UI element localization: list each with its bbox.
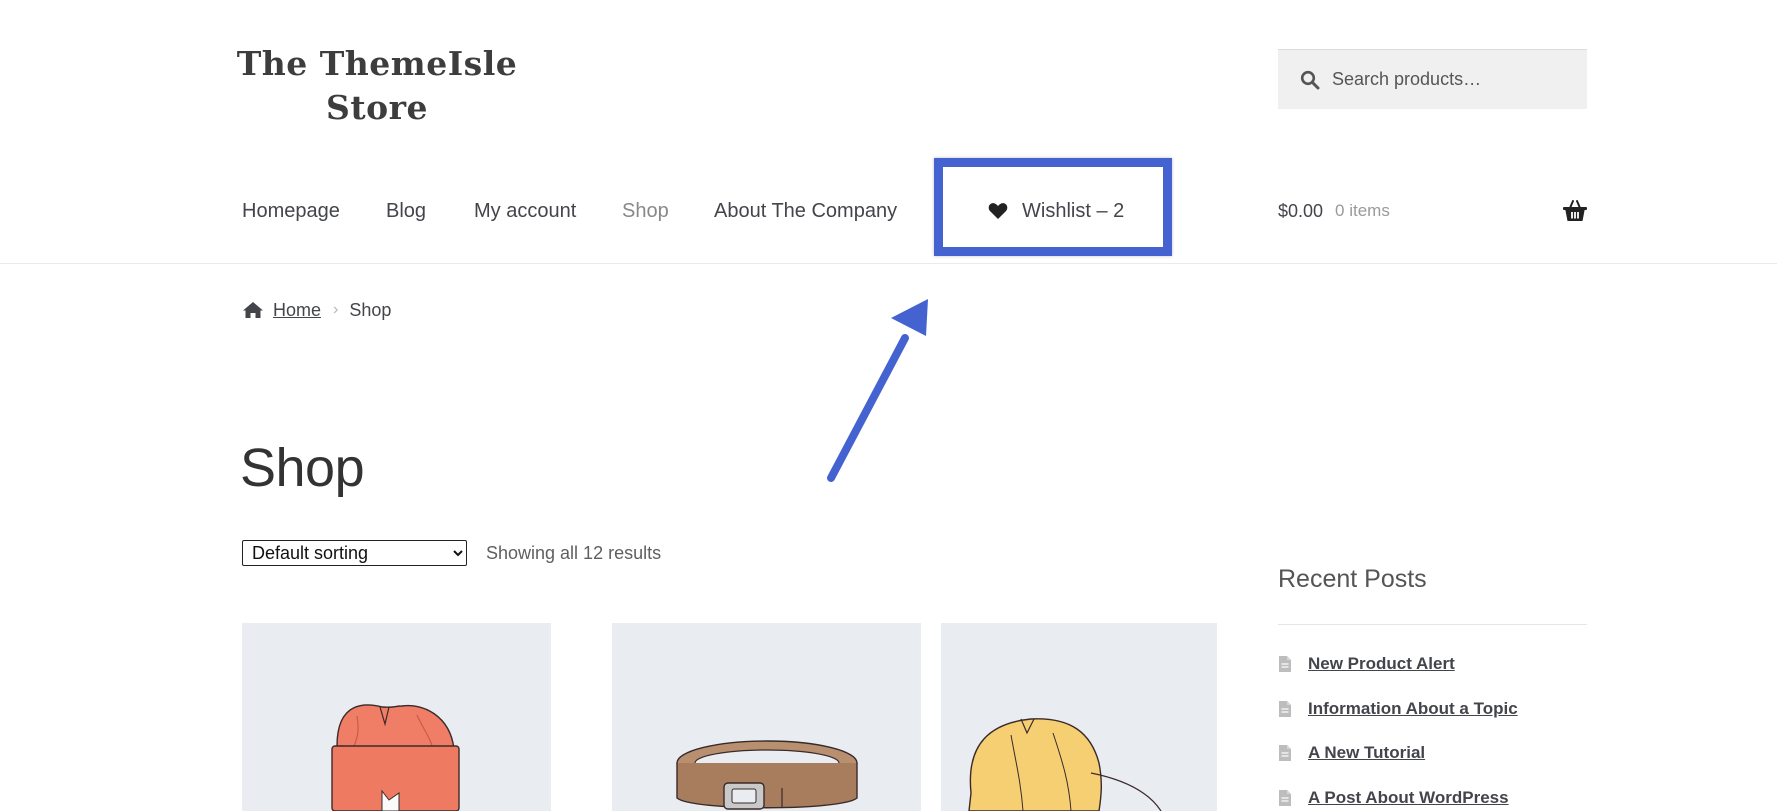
home-icon (243, 302, 263, 318)
cart-amount: $0.00 (1278, 200, 1324, 221)
nav-item-shop[interactable]: Shop (622, 196, 669, 226)
cart-count: 0 items (1335, 201, 1390, 220)
site-title-line-2: Store (326, 88, 428, 127)
nav-item-blog[interactable]: Blog (386, 196, 426, 226)
basket-icon[interactable] (1562, 199, 1588, 223)
search-input[interactable] (1332, 69, 1572, 90)
product-card[interactable] (941, 623, 1217, 811)
search-icon (1300, 70, 1320, 89)
breadcrumb-current: Shop (349, 299, 392, 320)
recent-posts-divider (1278, 624, 1587, 625)
cart-summary[interactable]: $0.00 0 items (1278, 196, 1390, 226)
product-card[interactable] (242, 623, 551, 811)
breadcrumb: Home › Shop (242, 297, 391, 323)
page-title: Shop (240, 438, 365, 498)
nav-item-homepage[interactable]: Homepage (242, 196, 340, 226)
belt-image (676, 740, 858, 810)
breadcrumb-separator-icon: › (333, 301, 339, 318)
header-divider (0, 263, 1777, 264)
cap-image (968, 718, 1162, 811)
beanie-image (331, 704, 460, 811)
document-icon (1279, 745, 1291, 761)
recent-posts-title: Recent Posts (1278, 565, 1427, 593)
nav-item-about-the-company[interactable]: About The Company (714, 196, 897, 226)
list-item: New Product Alert (1278, 652, 1518, 697)
site-title-line-1: The ThemeIsle (236, 44, 518, 83)
document-icon (1279, 700, 1291, 717)
sorting-select[interactable]: Default sorting (242, 540, 467, 566)
recent-post-link[interactable]: New Product Alert (1308, 652, 1455, 676)
site-title[interactable]: The ThemeIsle Store (232, 42, 522, 130)
result-count: Showing all 12 results (486, 543, 662, 563)
list-item: Information About a Topic (1278, 697, 1518, 742)
document-icon (1279, 656, 1291, 672)
search-box[interactable] (1278, 49, 1587, 109)
wishlist-label: Wishlist – 2 (1022, 199, 1125, 222)
list-item: A Post About WordPress (1278, 786, 1518, 811)
recent-post-link[interactable]: A Post About WordPress (1308, 786, 1509, 810)
product-card[interactable] (612, 623, 921, 811)
nav-item-my-account[interactable]: My account (474, 196, 576, 226)
nav-item-wishlist[interactable]: Wishlist – 2 (988, 196, 1124, 226)
breadcrumb-home-link[interactable]: Home (273, 300, 321, 321)
heart-icon (988, 203, 1008, 219)
recent-post-link[interactable]: Information About a Topic (1308, 697, 1518, 721)
recent-post-link[interactable]: A New Tutorial (1308, 741, 1425, 765)
document-icon (1279, 789, 1291, 806)
list-item: A New Tutorial (1278, 741, 1518, 786)
recent-posts-list: New Product Alert Information About a To… (1278, 652, 1518, 811)
